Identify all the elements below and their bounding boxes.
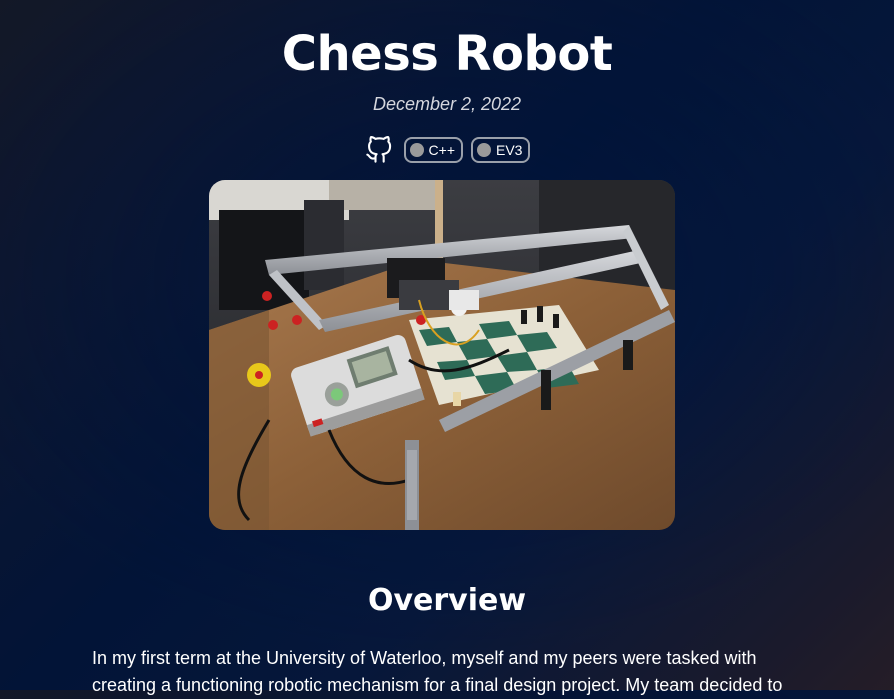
tag-cpp: C++ [403, 137, 463, 163]
project-meta-row: C++ EV3 [0, 134, 894, 166]
github-icon [365, 136, 391, 163]
tag-label: EV3 [496, 142, 523, 158]
tag-label: C++ [428, 142, 455, 158]
project-photo [209, 180, 675, 530]
page-title: Chess Robot [281, 26, 613, 82]
language-dot-icon [477, 143, 491, 157]
robot-photo-illustration [209, 180, 675, 530]
overview-paragraph: In my first term at the University of Wa… [92, 648, 783, 695]
language-dot-icon [409, 143, 424, 157]
overview-heading: Overview [367, 583, 527, 618]
github-link[interactable] [364, 135, 394, 165]
project-date: December 2, 2022 [372, 94, 522, 114]
tag-ev3: EV3 [471, 137, 531, 163]
project-page: Chess Robot December 2, 2022 C++ EV3 Ove… [0, 0, 894, 695]
